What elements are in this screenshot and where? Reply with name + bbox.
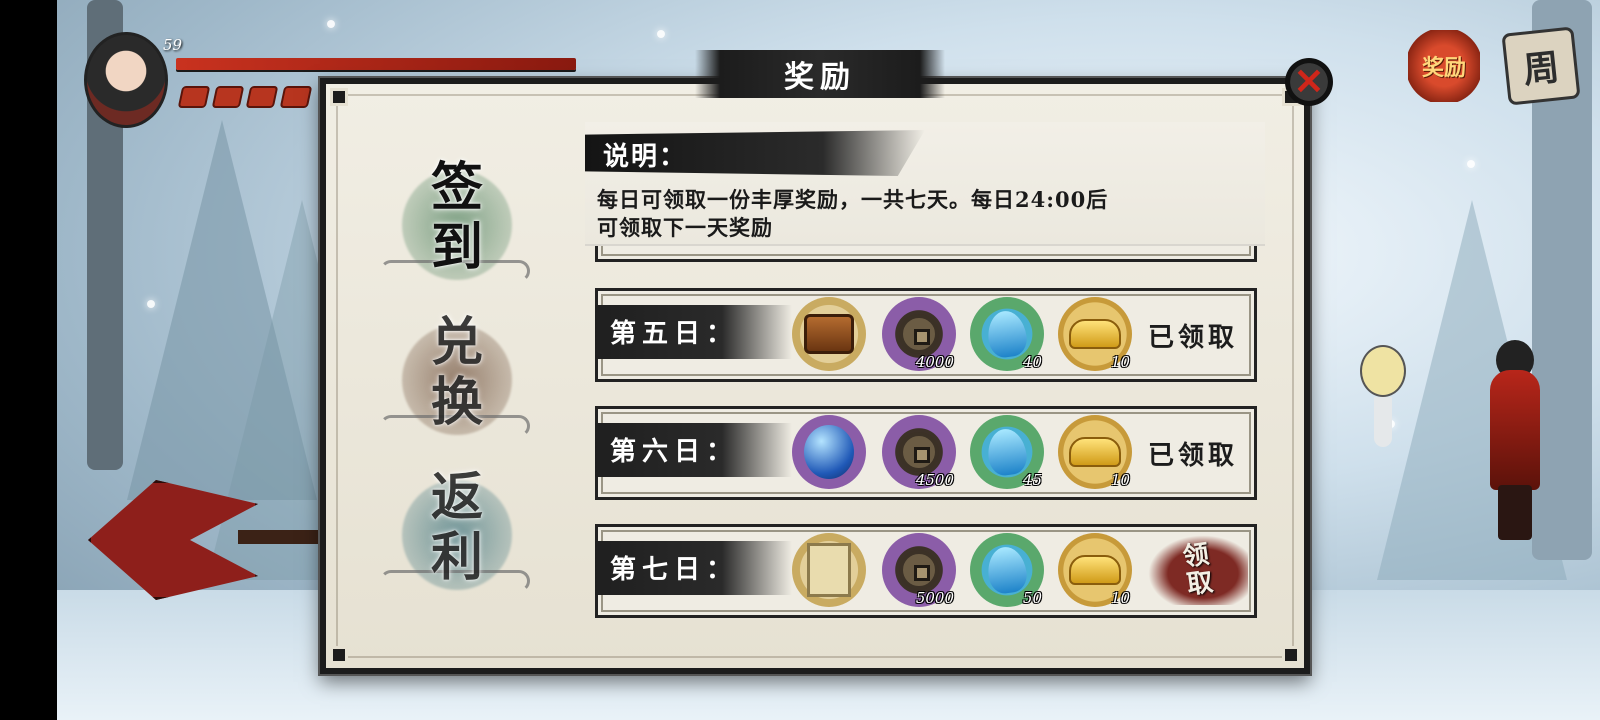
item-quantity: 4000: [915, 353, 954, 371]
gold-ingot-icon: [1069, 319, 1121, 349]
reward-item[interactable]: 45: [970, 415, 1044, 489]
tab-label: 兑 换: [430, 312, 483, 433]
treasure-chest-icon: [804, 314, 854, 354]
explanation-panel: 说明： 每日可领取一份丰厚奖励，一共七天。每日24:00后 可领取下一天奖励: [585, 122, 1265, 246]
explanation-text: 可领取下一天奖励: [597, 215, 773, 240]
explanation-heading: 说明：: [603, 142, 688, 172]
item-quantity: 10: [1110, 353, 1130, 371]
reward-item[interactable]: 5000: [882, 533, 956, 607]
corner-ornament: [330, 88, 348, 106]
corner-ornament: [1282, 646, 1300, 664]
reward-item[interactable]: 10: [1058, 297, 1132, 371]
rage-pip: [211, 86, 245, 108]
player-level: 59: [163, 36, 183, 54]
axe-weapon-art: [88, 460, 318, 630]
close-button[interactable]: ✕: [1285, 58, 1333, 106]
reward-shortcut-label: 奖励: [1421, 55, 1466, 81]
claimed-status: 已领取: [1148, 323, 1239, 353]
blue-flame-icon: [984, 308, 1030, 360]
week-shortcut-label: 周: [1521, 46, 1562, 92]
reward-item[interactable]: 40: [970, 297, 1044, 371]
snowflake: [657, 30, 665, 38]
scroll-book-icon: [807, 543, 851, 597]
reward-item[interactable]: [792, 415, 866, 489]
snowflake: [327, 20, 335, 28]
close-icon: ✕: [1293, 61, 1325, 103]
reward-row-day6: 第六日： 4500 45 10 已领取: [595, 406, 1257, 500]
day-label: 第五日：: [610, 319, 739, 349]
item-quantity: 45: [1022, 471, 1042, 489]
week-shortcut-button[interactable]: 周: [1501, 26, 1581, 106]
reward-item[interactable]: 50: [970, 533, 1044, 607]
item-quantity: 50: [1022, 589, 1042, 607]
screen-edge-bar: [0, 0, 57, 720]
blue-flame-icon: [984, 544, 1030, 596]
explanation-text: 每日可领取一份丰厚奖励，一共七天。每日24:00后: [597, 187, 1109, 212]
copper-coin-icon: [899, 314, 939, 354]
health-bar: [176, 58, 576, 70]
reward-item[interactable]: [792, 533, 866, 607]
snowflake: [147, 300, 155, 308]
npc-character: [1360, 345, 1412, 455]
day-label: 第七日：: [610, 555, 739, 585]
modal-title-banner: 奖励: [695, 50, 945, 98]
claim-button-label: 领 取: [1181, 539, 1215, 601]
reward-item[interactable]: 4500: [882, 415, 956, 489]
reward-row-day5: 第五日： 4000 40 10 已领取: [595, 288, 1257, 382]
player-avatar[interactable]: [84, 32, 168, 128]
claim-button[interactable]: 领 取: [1148, 535, 1248, 605]
item-quantity: 10: [1110, 589, 1130, 607]
rage-pip: [177, 86, 211, 108]
copper-coin-icon: [899, 432, 939, 472]
player-character: [1460, 340, 1570, 540]
item-quantity: 5000: [915, 589, 954, 607]
rage-pips: [177, 86, 313, 108]
reward-list[interactable]: 第五日： 4000 40 10 已领取 第六日： 4500 45 10 已领取 …: [595, 240, 1275, 630]
gold-ingot-icon: [1069, 555, 1121, 585]
reward-item[interactable]: 4000: [882, 297, 956, 371]
claimed-status: 已领取: [1148, 441, 1239, 471]
item-quantity: 40: [1022, 353, 1042, 371]
item-quantity: 10: [1110, 471, 1130, 489]
reward-shortcut-button[interactable]: 奖励: [1408, 30, 1480, 102]
blue-flame-icon: [984, 426, 1030, 478]
reward-item[interactable]: [792, 297, 866, 371]
tab-label: 签 到: [430, 157, 483, 278]
item-quantity: 4500: [915, 471, 954, 489]
reward-item[interactable]: 10: [1058, 415, 1132, 489]
rage-pip: [245, 86, 279, 108]
copper-coin-icon: [899, 550, 939, 590]
rage-pip: [279, 86, 313, 108]
blue-orb-icon: [804, 425, 854, 479]
day-label: 第六日：: [610, 437, 739, 467]
modal-title: 奖励: [784, 60, 856, 95]
tab-label: 返 利: [430, 467, 483, 588]
tab-checkin[interactable]: 签 到: [380, 150, 540, 290]
reward-item[interactable]: 10: [1058, 533, 1132, 607]
snowflake: [1467, 160, 1475, 168]
gold-ingot-icon: [1069, 437, 1121, 467]
corner-ornament: [330, 646, 348, 664]
tab-exchange[interactable]: 兑 换: [380, 305, 540, 445]
tab-rebate[interactable]: 返 利: [380, 460, 540, 600]
reward-row-day7: 第七日： 5000 50 10 领 取: [595, 524, 1257, 618]
